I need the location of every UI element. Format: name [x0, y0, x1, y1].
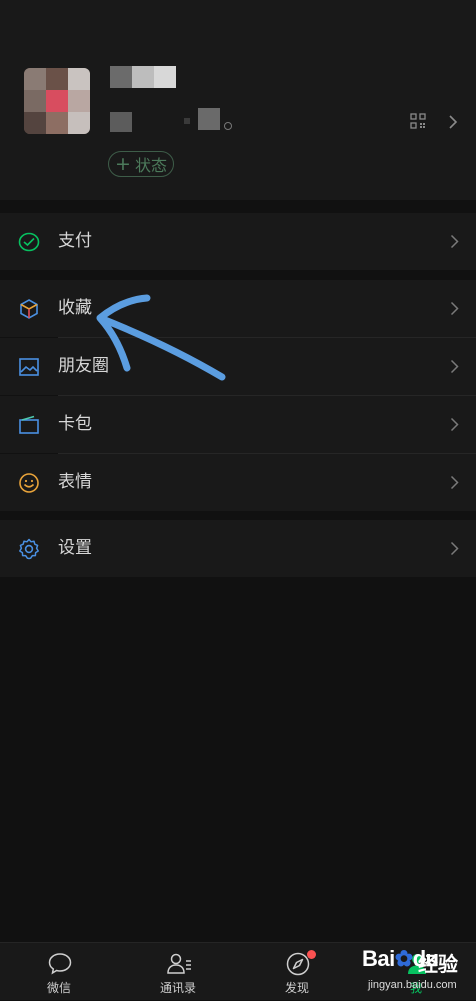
- chevron-right-icon: [450, 301, 459, 316]
- chevron-right-icon[interactable]: [448, 114, 458, 130]
- menu-item-favorites[interactable]: 收藏: [0, 280, 476, 337]
- chat-icon: [48, 953, 72, 975]
- wechat-id-redacted: [110, 112, 132, 132]
- status-button[interactable]: + 状态: [108, 151, 174, 177]
- card-wallet-icon: [19, 415, 39, 434]
- chevron-right-icon: [450, 541, 459, 556]
- tab-label: 发现: [284, 981, 309, 995]
- favorites-cube-icon: [20, 299, 38, 319]
- watermark-text: 经验: [418, 952, 458, 976]
- nickname-redacted: [110, 66, 176, 88]
- gear-icon: [19, 538, 39, 560]
- baidu-jingyan-watermark: Bai✿du 经验 jingyan.baidu.com: [362, 944, 472, 998]
- smiley-icon: [19, 473, 39, 493]
- chevron-right-icon: [450, 234, 459, 249]
- menu-item-cards[interactable]: 卡包: [0, 396, 476, 453]
- wechat-id-redacted: [224, 122, 232, 130]
- contacts-icon: [167, 953, 191, 974]
- qr-code-icon[interactable]: [410, 113, 426, 129]
- pay-icon: [18, 232, 40, 252]
- tab-discover[interactable]: 发现: [252, 943, 342, 1001]
- tab-label: 微信: [46, 981, 71, 995]
- menu-item-settings[interactable]: 设置: [0, 520, 476, 577]
- profile-header[interactable]: + 状态: [0, 0, 476, 200]
- menu-item-label: 卡包: [58, 414, 92, 434]
- tab-chats[interactable]: 微信: [14, 943, 104, 1001]
- chevron-right-icon: [450, 359, 459, 374]
- wechat-id-redacted: [184, 118, 190, 124]
- status-button-label: 状态: [134, 156, 167, 175]
- menu-item-label: 支付: [58, 231, 92, 251]
- menu-item-label: 收藏: [58, 298, 92, 318]
- tab-contacts[interactable]: 通讯录: [133, 943, 223, 1001]
- menu-item-label: 朋友圈: [58, 356, 109, 376]
- notification-badge: [307, 950, 316, 959]
- chevron-right-icon: [450, 475, 459, 490]
- menu-item-label: 表情: [58, 472, 92, 492]
- chevron-right-icon: [450, 417, 459, 432]
- wechat-id-redacted: [198, 108, 220, 130]
- watermark-url: jingyan.baidu.com: [368, 979, 457, 991]
- menu-item-stickers[interactable]: 表情: [0, 454, 476, 511]
- plus-icon: +: [115, 152, 131, 175]
- avatar[interactable]: [24, 68, 90, 134]
- menu-item-moments[interactable]: 朋友圈: [0, 338, 476, 395]
- menu-item-pay[interactable]: 支付: [0, 213, 476, 270]
- tab-label: 通讯录: [159, 981, 196, 995]
- menu-item-label: 设置: [58, 538, 92, 558]
- moments-image-icon: [19, 358, 39, 376]
